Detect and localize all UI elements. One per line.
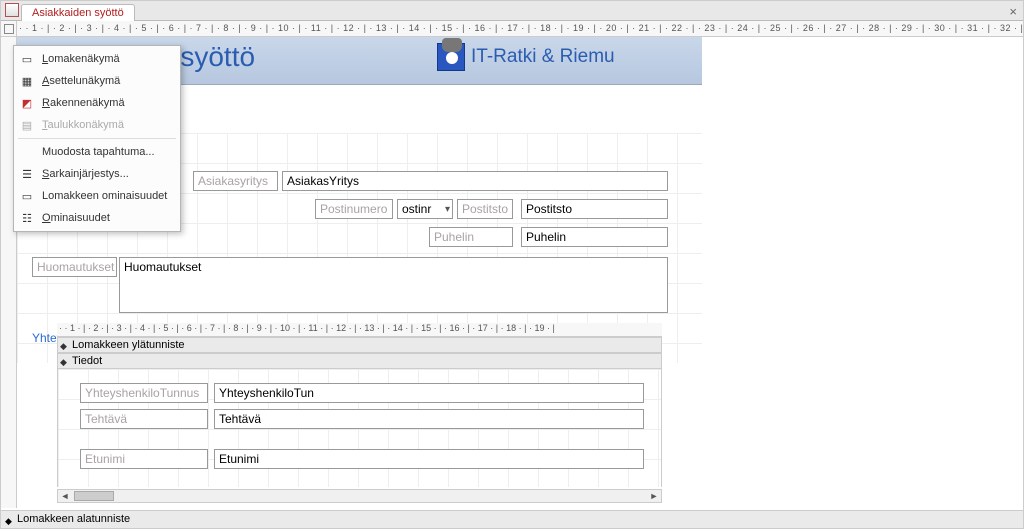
disk-camera-icon: [437, 43, 465, 71]
scroll-right-icon[interactable]: ►: [647, 491, 661, 501]
tab-strip: Asiakkaiden syöttö ×: [1, 1, 1023, 21]
label-yhteyshenkilotunnus[interactable]: YhteyshenkiloTunnus: [80, 383, 208, 403]
section-bar-alatunniste[interactable]: Lomakkeen alatunniste: [1, 510, 1023, 528]
subform-ruler[interactable]: · · 1 · | · 2 · | · 3 · | · 4 · | · 5 · …: [57, 323, 662, 337]
label-postinumero[interactable]: Postinumero: [315, 199, 393, 219]
menu-label: Lomakenäkymä: [42, 53, 120, 65]
close-icon[interactable]: ×: [1009, 4, 1017, 19]
menu-label: Sarkainjärjestys...: [42, 168, 129, 180]
field-asiakasyritys[interactable]: AsiakasYritys: [282, 171, 668, 191]
label-puhelin[interactable]: Puhelin: [429, 227, 513, 247]
menu-asettelunakyma[interactable]: ▦ Asettelunäkymä: [14, 70, 180, 92]
field-postinumero[interactable]: ostinr: [397, 199, 453, 219]
design-surface: · · 1 · | · 2 · | · 3 · | · 4 · | · 5 · …: [1, 21, 1023, 508]
label-postitsto[interactable]: Postitsto: [457, 199, 513, 219]
build-event-icon: [18, 144, 36, 160]
menu-label: Lomakkeen ominaisuudet: [42, 190, 167, 202]
menu-ominaisuudet[interactable]: ☷ Ominaisuudet: [14, 207, 180, 229]
form-icon: [5, 3, 19, 17]
field-puhelin[interactable]: Puhelin: [521, 227, 668, 247]
ruler-horizontal[interactable]: · · 1 · | · 2 · | · 3 · | · 4 · | · 5 · …: [17, 21, 1023, 37]
menu-separator: [18, 138, 176, 139]
subform-container: · · 1 · | · 2 · | · 3 · | · 4 · | · 5 · …: [17, 323, 702, 508]
ruler-corner[interactable]: [1, 21, 17, 37]
menu-label: Muodosta tapahtuma...: [42, 146, 155, 158]
section-bar-ylatunniste[interactable]: Lomakkeen ylätunniste: [57, 337, 662, 353]
brand: IT-Ratki & Riemu: [437, 43, 615, 71]
menu-lomakkeen-ominaisuudet[interactable]: ▭ Lomakkeen ominaisuudet: [14, 185, 180, 207]
brand-text: IT-Ratki & Riemu: [471, 46, 615, 68]
field-yhteyshenkilotunnus[interactable]: YhteyshenkiloTun: [214, 383, 644, 403]
menu-label: Taulukkonäkymä: [42, 119, 124, 131]
menu-label: Asettelunäkymä: [42, 75, 120, 87]
context-menu[interactable]: ▭ Lomakenäkymä ▦ Asettelunäkymä ◩ Rakenn…: [13, 45, 181, 232]
menu-muodosta-tapahtuma[interactable]: Muodosta tapahtuma...: [14, 141, 180, 163]
tab-asiakkaiden-syotto[interactable]: Asiakkaiden syöttö: [21, 4, 135, 21]
section-bar-tiedot[interactable]: Tiedot: [57, 353, 662, 369]
field-postitsto[interactable]: Postitsto: [521, 199, 668, 219]
properties-icon: ☷: [18, 210, 36, 226]
subform-hscrollbar[interactable]: ◄ ►: [57, 489, 662, 503]
menu-sarkainjarjestys[interactable]: ☰ Sarkainjärjestys...: [14, 163, 180, 185]
field-tehtava[interactable]: Tehtävä: [214, 409, 644, 429]
tab-order-icon: ☰: [18, 166, 36, 182]
label-huomautukset[interactable]: Huomautukset: [32, 257, 117, 277]
label-tehtava[interactable]: Tehtävä: [80, 409, 208, 429]
scroll-thumb[interactable]: [74, 491, 114, 501]
datasheet-view-icon: ▤: [18, 117, 36, 133]
form-view-icon: ▭: [18, 51, 36, 67]
menu-label: Rakennenäkymä: [42, 97, 125, 109]
form-properties-icon: ▭: [18, 188, 36, 204]
menu-taulukkonakyma: ▤ Taulukkonäkymä: [14, 114, 180, 136]
label-etunimi[interactable]: Etunimi: [80, 449, 208, 469]
design-view-icon: ◩: [18, 95, 36, 111]
field-huomautukset[interactable]: Huomautukset: [119, 257, 668, 313]
menu-label: Ominaisuudet: [42, 212, 110, 224]
subform-grid[interactable]: YhteyshenkiloTunnus YhteyshenkiloTun Teh…: [57, 369, 662, 487]
label-asiakasyritys[interactable]: Asiakasyritys: [193, 171, 278, 191]
scroll-left-icon[interactable]: ◄: [58, 491, 72, 501]
menu-rakennenakyma[interactable]: ◩ Rakennenäkymä: [14, 92, 180, 114]
field-etunimi[interactable]: Etunimi: [214, 449, 644, 469]
layout-view-icon: ▦: [18, 73, 36, 89]
menu-lomakenakyma[interactable]: ▭ Lomakenäkymä: [14, 48, 180, 70]
